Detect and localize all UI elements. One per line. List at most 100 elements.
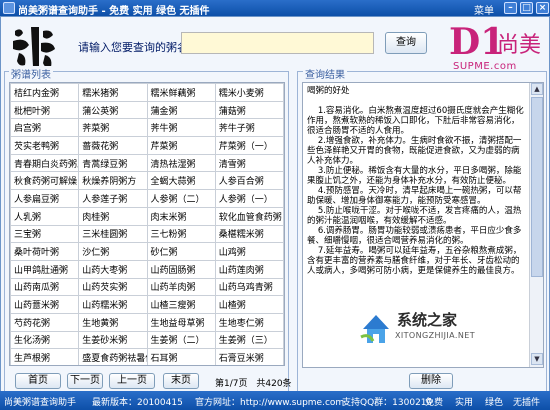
- porridge-name-input[interactable]: [181, 32, 374, 54]
- porridge-cell[interactable]: 软化血管食药粥: [214, 206, 284, 226]
- grid-row: 青春期白炎药粥三青蒿绿豆粥清热祛湿粥清雪粥: [10, 153, 284, 173]
- last-page-button[interactable]: 末页: [163, 373, 199, 389]
- search-prompt-label: 请输入您要查询的粥名:: [78, 41, 192, 54]
- porridge-cell[interactable]: 盛夏食药粥祛暑保: [78, 348, 148, 365]
- porridge-cell[interactable]: 山药芡实粥: [78, 277, 148, 297]
- porridge-cell[interactable]: 糯米小麦粥: [214, 83, 284, 102]
- porridge-cell[interactable]: 人参扁豆粥: [10, 189, 80, 208]
- grid-row: 枇杷叶粥 蒲公英粥 蒲金粥 蒲菇粥: [10, 100, 284, 120]
- porridge-cell[interactable]: 青春期白炎药粥三: [10, 153, 80, 173]
- porridge-cell[interactable]: 生芦根粥: [10, 348, 80, 365]
- porridge-cell[interactable]: 芡实老鸭粥: [10, 136, 80, 155]
- porridge-cell[interactable]: 芹菜粥（一）: [214, 136, 284, 155]
- porridge-cell[interactable]: 人参百合粥: [214, 171, 284, 191]
- porridge-cell[interactable]: 三米桂圆粥: [78, 224, 148, 244]
- query-result-title: 查询结果: [303, 66, 347, 81]
- grid-row: 桔红内金粥 糯米猪粥 糯米鲜藕粥 糯米小麦粥: [10, 83, 284, 102]
- next-page-button[interactable]: 下一页: [67, 373, 103, 389]
- porridge-cell[interactable]: 人参粥（一）: [214, 189, 284, 208]
- porridge-cell[interactable]: 生姜粥（三）: [214, 330, 284, 350]
- porridge-cell[interactable]: 启宫粥: [10, 118, 80, 138]
- grid-row: 人参扁豆粥 人参莲子粥 人参粥（二） 人参粥（一）: [10, 189, 284, 208]
- prev-page-button[interactable]: 上一页: [109, 373, 155, 389]
- porridge-cell[interactable]: 山药糯米粥: [78, 295, 148, 314]
- porridge-cell[interactable]: 山楂粥: [214, 295, 284, 314]
- porridge-cell[interactable]: 山药乌鸡青粥: [214, 277, 284, 297]
- porridge-cell[interactable]: 山甲鸽肚通粥: [10, 259, 80, 279]
- status-version: 最新版本：20100415: [92, 398, 183, 408]
- porridge-cell[interactable]: 肉末米粥: [146, 206, 216, 226]
- porridge-cell[interactable]: 山药薏米粥: [10, 295, 80, 314]
- maximize-icon[interactable]: □: [520, 2, 533, 14]
- porridge-cell[interactable]: 糯米猪粥: [78, 83, 148, 102]
- grid-row: 秋食药粥可解燥 秋燥养阴粥方 全蝎大蒜粥 人参百合粥: [10, 171, 284, 191]
- porridge-cell[interactable]: 人乳粥: [10, 206, 80, 226]
- porridge-cell[interactable]: 肉桂粥: [78, 206, 148, 226]
- query-button[interactable]: 查询: [385, 32, 427, 54]
- porridge-cell[interactable]: 山药固肠粥: [146, 259, 216, 279]
- status-support: 支持QQ群：1300210: [342, 398, 433, 408]
- porridge-cell[interactable]: 石耳粥: [146, 348, 216, 365]
- porridge-cell[interactable]: 桔红内金粥: [10, 83, 80, 102]
- porridge-cell[interactable]: 秋食药粥可解燥: [10, 171, 80, 191]
- page-info: 第1/7页 共420条: [215, 376, 298, 389]
- grid-row: 三宝粥 三米桂圆粥 三七粉粥 桑椹糯米粥: [10, 224, 284, 244]
- porridge-cell[interactable]: 荠牛子粥: [214, 118, 284, 138]
- porridge-cell[interactable]: 芍药花粥: [10, 312, 80, 332]
- porridge-cell[interactable]: 三七粉粥: [146, 224, 216, 244]
- close-icon[interactable]: ×: [536, 2, 549, 14]
- scroll-thumb[interactable]: [531, 97, 543, 277]
- porridge-cell[interactable]: 人参粥（二）: [146, 189, 216, 208]
- porridge-cell[interactable]: 糯米鲜藕粥: [146, 83, 216, 102]
- grid-row: 芍药花粥 生地黄粥 生地益母草粥 生地枣仁粥: [10, 312, 284, 332]
- porridge-cell[interactable]: 山药莲肉粥: [214, 259, 284, 279]
- grid-row: 芡实老鸭粥 蔷薇花粥 芹菜粥 芹菜粥（一）: [10, 136, 284, 155]
- porridge-cell[interactable]: 秋燥养阴粥方: [78, 171, 148, 191]
- porridge-cell[interactable]: 人参莲子粥: [78, 189, 148, 208]
- watermark-house-icon: [360, 315, 389, 343]
- porridge-cell[interactable]: 蒲公英粥: [78, 100, 148, 120]
- porridge-cell[interactable]: 三宝粥: [10, 224, 80, 244]
- scroll-down-icon[interactable]: ▼: [531, 353, 543, 365]
- porridge-cell[interactable]: 清雪粥: [214, 153, 284, 173]
- porridge-cell[interactable]: 全蝎大蒜粥: [146, 171, 216, 191]
- porridge-cell[interactable]: 蔷薇花粥: [78, 136, 148, 155]
- porridge-cell[interactable]: 桑叶荷叶粥: [10, 242, 80, 261]
- porridge-cell[interactable]: 蒲菇粥: [214, 100, 284, 120]
- porridge-cell[interactable]: 生地益母草粥: [146, 312, 216, 332]
- minimize-icon[interactable]: –: [504, 2, 517, 14]
- porridge-cell[interactable]: 山楂三瘦粥: [146, 295, 216, 314]
- porridge-cell[interactable]: 山药大枣粥: [78, 259, 148, 279]
- porridge-cell[interactable]: 生化汤粥: [10, 330, 80, 350]
- porridge-cell[interactable]: 生地枣仁粥: [214, 312, 284, 332]
- porridge-cell[interactable]: 山鸡粥: [214, 242, 284, 261]
- status-tag-noplugin: 无插件: [513, 398, 541, 408]
- porridge-cell[interactable]: 清热祛湿粥: [146, 153, 216, 173]
- porridge-cell[interactable]: 石膏豆米粥: [214, 348, 284, 365]
- porridge-cell[interactable]: 蒲金粥: [146, 100, 216, 120]
- menu-button[interactable]: 菜单: [474, 2, 494, 17]
- window-title: 尚美粥谱查询助手 - 免费 实用 绿色 无插件: [18, 6, 210, 17]
- porridge-cell[interactable]: 芹菜粥: [146, 136, 216, 155]
- status-website[interactable]: 官方网址：http://www.supme.com: [195, 395, 344, 408]
- porridge-cell[interactable]: 山药南瓜粥: [10, 277, 80, 297]
- porridge-cell[interactable]: 生姜粥（二）: [146, 330, 216, 350]
- porridge-cell[interactable]: 荠牛粥: [146, 118, 216, 138]
- porridge-cell[interactable]: 青蒿绿豆粥: [78, 153, 148, 173]
- first-page-button[interactable]: 首页: [15, 373, 61, 389]
- brand-logo: D1 尚美 SUPME.com: [449, 21, 545, 75]
- result-scrollbar[interactable]: ▲ ▼: [529, 83, 543, 367]
- porridge-cell[interactable]: 砂仁粥: [146, 242, 216, 261]
- app-icon: [3, 2, 15, 14]
- delete-button[interactable]: 删除: [409, 373, 453, 389]
- porridge-cell[interactable]: 桑椹糯米粥: [214, 224, 284, 244]
- porridge-cell[interactable]: 沙仁粥: [78, 242, 148, 261]
- porridge-cell[interactable]: 荠菜粥: [78, 118, 148, 138]
- brand-name: 尚美: [497, 33, 542, 58]
- porridge-cell[interactable]: 枇杷叶粥: [10, 100, 80, 120]
- porridge-cell[interactable]: 山药羊肉粥: [146, 277, 216, 297]
- total-count: 共420条: [256, 379, 292, 389]
- porridge-cell[interactable]: 生姜砂米粥: [78, 330, 148, 350]
- porridge-cell[interactable]: 生地黄粥: [78, 312, 148, 332]
- scroll-up-icon[interactable]: ▲: [531, 83, 543, 95]
